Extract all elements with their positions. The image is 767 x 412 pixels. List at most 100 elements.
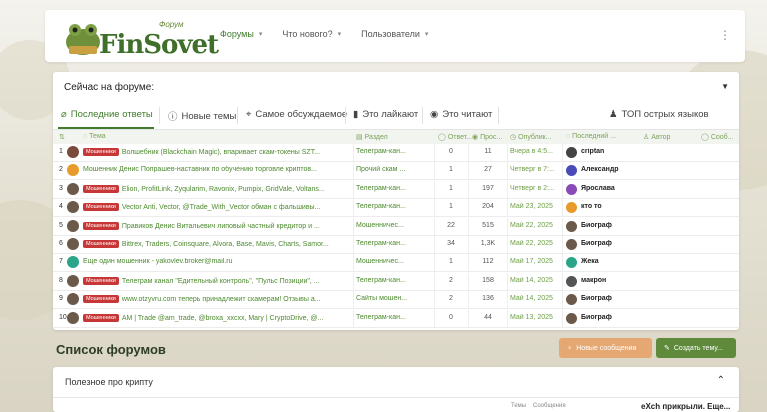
nav-forums[interactable]: Форумы ▾	[220, 29, 262, 39]
section-link[interactable]: Телеграм-кан...	[356, 240, 430, 247]
published-date[interactable]: Май 14, 2025	[510, 277, 560, 284]
table-row[interactable]: 1 Мошенники Волшебник (Blackchain Magic), …	[53, 144, 739, 162]
tab-liked[interactable]: ▮ Это лайкают	[353, 109, 418, 120]
nav-users[interactable]: Пользователи ▾	[361, 29, 428, 39]
scammers-tag-badge: Мошенники	[83, 313, 119, 322]
col-topic[interactable]: ◌ Тема	[83, 133, 106, 140]
avatar[interactable]	[566, 312, 577, 324]
avatar[interactable]	[566, 220, 577, 232]
last-poster[interactable]: Жека	[581, 258, 641, 265]
last-poster[interactable]: Биограф	[581, 314, 641, 321]
section-link[interactable]: Телеграм-кан...	[356, 185, 430, 192]
col-replies[interactable]: ◯ Ответ...	[438, 133, 472, 142]
col-author[interactable]: ♙ Автор	[643, 133, 670, 142]
topic-link[interactable]: Мошенники Телеграм канал "Едительный конт…	[83, 276, 353, 285]
avatar[interactable]	[67, 311, 79, 324]
section-link[interactable]: Телеграм-кан...	[356, 314, 430, 321]
avatar[interactable]	[67, 274, 79, 287]
table-row[interactable]: 5 Мошенники Правиков Денис Витальевич липо…	[53, 217, 739, 236]
collapse-caret-icon[interactable]: ▼	[721, 82, 729, 91]
tab-new-topics[interactable]: ⓘ Новые темы	[168, 109, 236, 124]
site-logo[interactable]: FinSovet Форум	[63, 16, 223, 60]
section-link[interactable]: Мошенничес...	[356, 222, 430, 229]
published-date[interactable]: Май 23, 2025	[510, 203, 560, 210]
topic-link[interactable]: Мошенники Elion, ProfitLink, Zyqularim, R…	[83, 184, 353, 193]
topic-link[interactable]: Мошенники www.otzyvru.com теперь принадле…	[83, 295, 353, 304]
avatar[interactable]	[67, 182, 79, 195]
avatar[interactable]	[67, 201, 79, 214]
table-row[interactable]: 6 Мошенники Bittrex, Traders, Coinsquare, …	[53, 236, 739, 254]
topic-link[interactable]: Мошенники Правиков Денис Витальевич липов…	[83, 221, 353, 230]
last-poster[interactable]: Биограф	[581, 295, 641, 302]
published-date[interactable]: Май 14, 2025	[510, 295, 560, 302]
avatar[interactable]	[566, 257, 577, 269]
topic-link[interactable]: Мошенники Bittrex, Traders, Coinsquare, A…	[83, 240, 353, 248]
column-divider	[353, 254, 354, 272]
kebab-icon[interactable]: ⋮	[719, 28, 731, 42]
last-poster[interactable]: criptan	[581, 148, 641, 155]
avatar[interactable]	[566, 275, 577, 287]
published-date[interactable]: Май 22, 2025	[510, 222, 560, 229]
section-link[interactable]: Телеграм-кан...	[356, 277, 430, 284]
published-date[interactable]: Четверг в 7:...	[510, 166, 560, 173]
nav-whats-new[interactable]: Что нового? ▾	[282, 29, 341, 39]
topic-link[interactable]: Мошенники Vector Anti, Vector, @Trade_Wit…	[83, 203, 353, 212]
published-date[interactable]: Четверг в 2:...	[510, 185, 560, 192]
section-link[interactable]: Телеграм-кан...	[356, 148, 430, 155]
table-row[interactable]: 2 Мошенник Денис Попрашев-наставник по об…	[53, 162, 739, 181]
new-messages-button[interactable]: ♀ Новые сообщения	[559, 338, 652, 358]
col-published[interactable]: ◷ Опублик...	[510, 133, 552, 142]
tab-label: ТОП острых языков	[621, 109, 709, 120]
last-poster[interactable]: Ярослава	[581, 185, 641, 192]
last-poster[interactable]: макрон	[581, 277, 641, 284]
avatar[interactable]	[67, 238, 79, 250]
avatar[interactable]	[566, 165, 577, 177]
avatar[interactable]	[566, 239, 577, 250]
table-row[interactable]: 7 Еще один мошенник - yakovlev.broker@mai…	[53, 254, 739, 273]
avatar[interactable]	[67, 164, 79, 177]
section-link[interactable]: Мошенничес...	[356, 258, 430, 265]
table-row[interactable]: 9 Мошенники www.otzyvru.com теперь принадл…	[53, 291, 739, 310]
topic-link[interactable]: Мошенник Денис Попрашев-наставник по обу…	[83, 166, 353, 173]
published-date[interactable]: Май 22, 2025	[510, 240, 560, 247]
column-divider	[562, 144, 563, 161]
published-date[interactable]: Май 13, 2025	[510, 314, 560, 321]
topic-link[interactable]: Еще один мошенник - yakovlev.broker@mail…	[83, 258, 353, 265]
published-date[interactable]: Вчера в 4:5...	[510, 148, 560, 155]
col-messages[interactable]: ◯ Сооб...	[701, 133, 734, 142]
last-poster[interactable]: Александр	[581, 166, 641, 173]
table-row[interactable]: 3 Мошенники Elion, ProfitLink, Zyqularim, …	[53, 180, 739, 199]
col-section[interactable]: ▤ Раздел	[356, 133, 388, 142]
published-date[interactable]: Май 17, 2025	[510, 258, 560, 265]
section-link[interactable]: Телеграм-кан...	[356, 203, 430, 210]
avatar[interactable]	[67, 256, 79, 269]
col-views[interactable]: ◉ Прос...	[472, 133, 502, 142]
topic-link[interactable]: Мошенники AM | Trade @am_trade, @broxa_xx…	[83, 313, 353, 322]
chevron-up-icon[interactable]: ⌃	[717, 375, 725, 386]
last-poster[interactable]: кто то	[581, 203, 641, 210]
table-row[interactable]: 8 Мошенники Телеграм канал "Едительный кон…	[53, 272, 739, 291]
col-last[interactable]: ◌ Последний ...	[566, 133, 616, 140]
tab-reading[interactable]: ◉ Это читают	[430, 109, 492, 120]
table-row[interactable]: 10 Мошенники AM | Trade @am_trade, @broxa_…	[53, 309, 739, 328]
avatar[interactable]	[566, 294, 577, 306]
last-poster[interactable]: Биограф	[581, 222, 641, 229]
mini-last-post[interactable]: eXch прикрыли. Еще...	[641, 402, 730, 411]
section-link[interactable]: Сайты мошен...	[356, 295, 430, 302]
avatar[interactable]	[566, 147, 577, 158]
sort-icon[interactable]: ⇅	[59, 133, 65, 141]
tab-latest-replies[interactable]: ⌀ Последние ответы	[61, 109, 153, 120]
avatar[interactable]	[566, 202, 577, 214]
avatar[interactable]	[67, 293, 79, 306]
avatar[interactable]	[67, 219, 79, 232]
section-link[interactable]: Прочий скам ...	[356, 166, 430, 173]
category-title[interactable]: Полезное про крипту	[65, 377, 153, 387]
avatar[interactable]	[67, 146, 79, 158]
tab-most-discussed[interactable]: ⌖ Самое обсуждаемое	[246, 109, 347, 120]
topic-link[interactable]: Мошенники Волшебник (Blackchain Magic), в…	[83, 148, 353, 156]
last-poster[interactable]: Биограф	[581, 240, 641, 247]
avatar[interactable]	[566, 183, 577, 195]
table-row[interactable]: 4 Мошенники Vector Anti, Vector, @Trade_Wi…	[53, 199, 739, 218]
tab-top-sharp-tongues[interactable]: ♟ ТОП острых языков	[609, 109, 709, 120]
create-topic-button[interactable]: ✎ Создать тему...	[656, 338, 736, 358]
